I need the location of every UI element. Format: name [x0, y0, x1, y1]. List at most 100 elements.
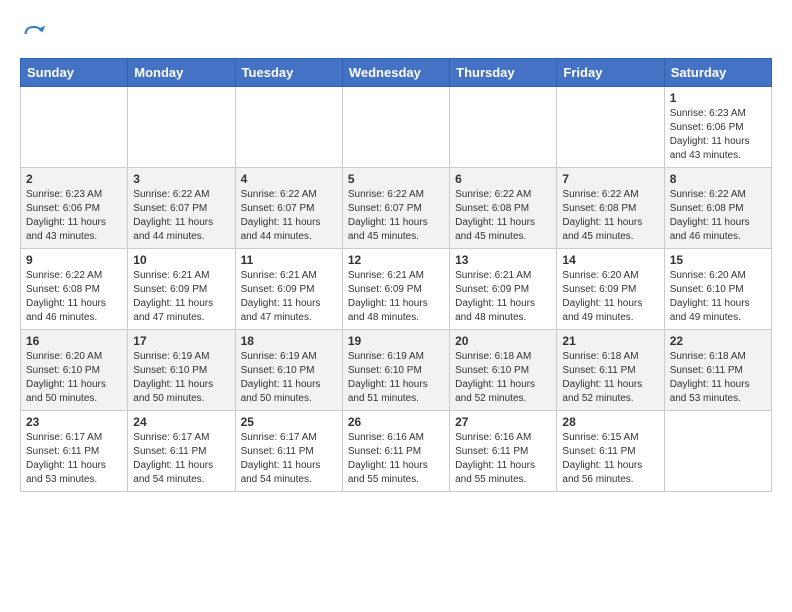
- calendar-cell: 4 Sunrise: 6:22 AM Sunset: 6:07 PM Daylig…: [235, 168, 342, 249]
- day-info: Sunrise: 6:22 AM Sunset: 6:08 PM Dayligh…: [455, 188, 551, 244]
- weekday-header-monday: Monday: [128, 59, 235, 87]
- day-number: 8: [670, 172, 766, 186]
- calendar-cell: 5 Sunrise: 6:22 AM Sunset: 6:07 PM Daylig…: [342, 168, 449, 249]
- calendar-cell: 12 Sunrise: 6:21 AM Sunset: 6:09 PM Dayli…: [342, 249, 449, 330]
- calendar-cell: 21 Sunrise: 6:18 AM Sunset: 6:11 PM Dayli…: [557, 330, 664, 411]
- day-number: 5: [348, 172, 444, 186]
- calendar-cell: 13 Sunrise: 6:21 AM Sunset: 6:09 PM Dayli…: [450, 249, 557, 330]
- day-info: Sunrise: 6:17 AM Sunset: 6:11 PM Dayligh…: [241, 431, 337, 487]
- calendar-cell: [235, 87, 342, 168]
- day-number: 25: [241, 415, 337, 429]
- day-info: Sunrise: 6:15 AM Sunset: 6:11 PM Dayligh…: [562, 431, 658, 487]
- calendar-cell: [342, 87, 449, 168]
- day-info: Sunrise: 6:18 AM Sunset: 6:10 PM Dayligh…: [455, 350, 551, 406]
- calendar-cell: 22 Sunrise: 6:18 AM Sunset: 6:11 PM Dayli…: [664, 330, 771, 411]
- day-number: 17: [133, 334, 229, 348]
- day-number: 14: [562, 253, 658, 267]
- day-info: Sunrise: 6:21 AM Sunset: 6:09 PM Dayligh…: [133, 269, 229, 325]
- calendar-cell: 25 Sunrise: 6:17 AM Sunset: 6:11 PM Dayli…: [235, 411, 342, 492]
- weekday-header-thursday: Thursday: [450, 59, 557, 87]
- day-info: Sunrise: 6:22 AM Sunset: 6:08 PM Dayligh…: [562, 188, 658, 244]
- day-number: 10: [133, 253, 229, 267]
- calendar-cell: 24 Sunrise: 6:17 AM Sunset: 6:11 PM Dayli…: [128, 411, 235, 492]
- day-info: Sunrise: 6:17 AM Sunset: 6:11 PM Dayligh…: [26, 431, 122, 487]
- calendar-cell: [128, 87, 235, 168]
- calendar-week-row: 2Sunrise: 6:23 AM Sunset: 6:06 PM Daylig…: [21, 168, 772, 249]
- calendar-cell: 19 Sunrise: 6:19 AM Sunset: 6:10 PM Dayli…: [342, 330, 449, 411]
- calendar-cell: 28 Sunrise: 6:15 AM Sunset: 6:11 PM Dayli…: [557, 411, 664, 492]
- calendar-cell: 9Sunrise: 6:22 AM Sunset: 6:08 PM Daylig…: [21, 249, 128, 330]
- day-info: Sunrise: 6:21 AM Sunset: 6:09 PM Dayligh…: [348, 269, 444, 325]
- weekday-header-row: SundayMondayTuesdayWednesdayThursdayFrid…: [21, 59, 772, 87]
- calendar-cell: [664, 411, 771, 492]
- page-header: [20, 20, 772, 48]
- day-number: 13: [455, 253, 551, 267]
- calendar-week-row: 1 Sunrise: 6:23 AM Sunset: 6:06 PM Daylig…: [21, 87, 772, 168]
- day-number: 2: [26, 172, 122, 186]
- calendar-cell: [21, 87, 128, 168]
- day-number: 18: [241, 334, 337, 348]
- calendar-cell: 20 Sunrise: 6:18 AM Sunset: 6:10 PM Dayli…: [450, 330, 557, 411]
- day-number: 26: [348, 415, 444, 429]
- day-number: 16: [26, 334, 122, 348]
- weekday-header-sunday: Sunday: [21, 59, 128, 87]
- calendar-cell: 6 Sunrise: 6:22 AM Sunset: 6:08 PM Daylig…: [450, 168, 557, 249]
- calendar-cell: 3 Sunrise: 6:22 AM Sunset: 6:07 PM Daylig…: [128, 168, 235, 249]
- day-info: Sunrise: 6:18 AM Sunset: 6:11 PM Dayligh…: [670, 350, 766, 406]
- calendar-cell: 18 Sunrise: 6:19 AM Sunset: 6:10 PM Dayli…: [235, 330, 342, 411]
- day-number: 1: [670, 91, 766, 105]
- day-number: 11: [241, 253, 337, 267]
- day-info: Sunrise: 6:20 AM Sunset: 6:10 PM Dayligh…: [670, 269, 766, 325]
- calendar-table: SundayMondayTuesdayWednesdayThursdayFrid…: [20, 58, 772, 492]
- day-number: 4: [241, 172, 337, 186]
- calendar-cell: 17 Sunrise: 6:19 AM Sunset: 6:10 PM Dayli…: [128, 330, 235, 411]
- logo: [20, 20, 52, 48]
- day-info: Sunrise: 6:20 AM Sunset: 6:09 PM Dayligh…: [562, 269, 658, 325]
- day-info: Sunrise: 6:19 AM Sunset: 6:10 PM Dayligh…: [133, 350, 229, 406]
- calendar-cell: 27 Sunrise: 6:16 AM Sunset: 6:11 PM Dayli…: [450, 411, 557, 492]
- calendar-cell: [557, 87, 664, 168]
- day-number: 28: [562, 415, 658, 429]
- calendar-cell: 1 Sunrise: 6:23 AM Sunset: 6:06 PM Daylig…: [664, 87, 771, 168]
- day-info: Sunrise: 6:22 AM Sunset: 6:07 PM Dayligh…: [241, 188, 337, 244]
- day-info: Sunrise: 6:18 AM Sunset: 6:11 PM Dayligh…: [562, 350, 658, 406]
- day-number: 23: [26, 415, 122, 429]
- day-info: Sunrise: 6:19 AM Sunset: 6:10 PM Dayligh…: [241, 350, 337, 406]
- day-number: 19: [348, 334, 444, 348]
- day-number: 24: [133, 415, 229, 429]
- day-number: 22: [670, 334, 766, 348]
- day-number: 3: [133, 172, 229, 186]
- day-number: 27: [455, 415, 551, 429]
- calendar-cell: 16Sunrise: 6:20 AM Sunset: 6:10 PM Dayli…: [21, 330, 128, 411]
- day-number: 7: [562, 172, 658, 186]
- calendar-cell: 15 Sunrise: 6:20 AM Sunset: 6:10 PM Dayli…: [664, 249, 771, 330]
- day-number: 15: [670, 253, 766, 267]
- calendar-cell: [450, 87, 557, 168]
- calendar-cell: 8 Sunrise: 6:22 AM Sunset: 6:08 PM Daylig…: [664, 168, 771, 249]
- calendar-cell: 23 Sunrise: 6:17 AM Sunset: 6:11 PM Dayli…: [21, 411, 128, 492]
- day-number: 21: [562, 334, 658, 348]
- day-info: Sunrise: 6:19 AM Sunset: 6:10 PM Dayligh…: [348, 350, 444, 406]
- day-number: 9: [26, 253, 122, 267]
- day-info: Sunrise: 6:16 AM Sunset: 6:11 PM Dayligh…: [455, 431, 551, 487]
- day-info: Sunrise: 6:16 AM Sunset: 6:11 PM Dayligh…: [348, 431, 444, 487]
- day-info: Sunrise: 6:22 AM Sunset: 6:07 PM Dayligh…: [348, 188, 444, 244]
- logo-icon: [20, 20, 48, 48]
- weekday-header-friday: Friday: [557, 59, 664, 87]
- calendar-cell: 10 Sunrise: 6:21 AM Sunset: 6:09 PM Dayli…: [128, 249, 235, 330]
- calendar-week-row: 9Sunrise: 6:22 AM Sunset: 6:08 PM Daylig…: [21, 249, 772, 330]
- calendar-week-row: 23 Sunrise: 6:17 AM Sunset: 6:11 PM Dayli…: [21, 411, 772, 492]
- day-number: 12: [348, 253, 444, 267]
- day-info: Sunrise: 6:23 AM Sunset: 6:06 PM Dayligh…: [670, 107, 766, 163]
- day-info: Sunrise: 6:21 AM Sunset: 6:09 PM Dayligh…: [241, 269, 337, 325]
- calendar-cell: 7 Sunrise: 6:22 AM Sunset: 6:08 PM Daylig…: [557, 168, 664, 249]
- day-info: Sunrise: 6:21 AM Sunset: 6:09 PM Dayligh…: [455, 269, 551, 325]
- day-number: 20: [455, 334, 551, 348]
- weekday-header-wednesday: Wednesday: [342, 59, 449, 87]
- calendar-week-row: 16Sunrise: 6:20 AM Sunset: 6:10 PM Dayli…: [21, 330, 772, 411]
- day-info: Sunrise: 6:22 AM Sunset: 6:07 PM Dayligh…: [133, 188, 229, 244]
- day-info: Sunrise: 6:22 AM Sunset: 6:08 PM Dayligh…: [670, 188, 766, 244]
- day-info: Sunrise: 6:17 AM Sunset: 6:11 PM Dayligh…: [133, 431, 229, 487]
- calendar-cell: 26 Sunrise: 6:16 AM Sunset: 6:11 PM Dayli…: [342, 411, 449, 492]
- day-number: 6: [455, 172, 551, 186]
